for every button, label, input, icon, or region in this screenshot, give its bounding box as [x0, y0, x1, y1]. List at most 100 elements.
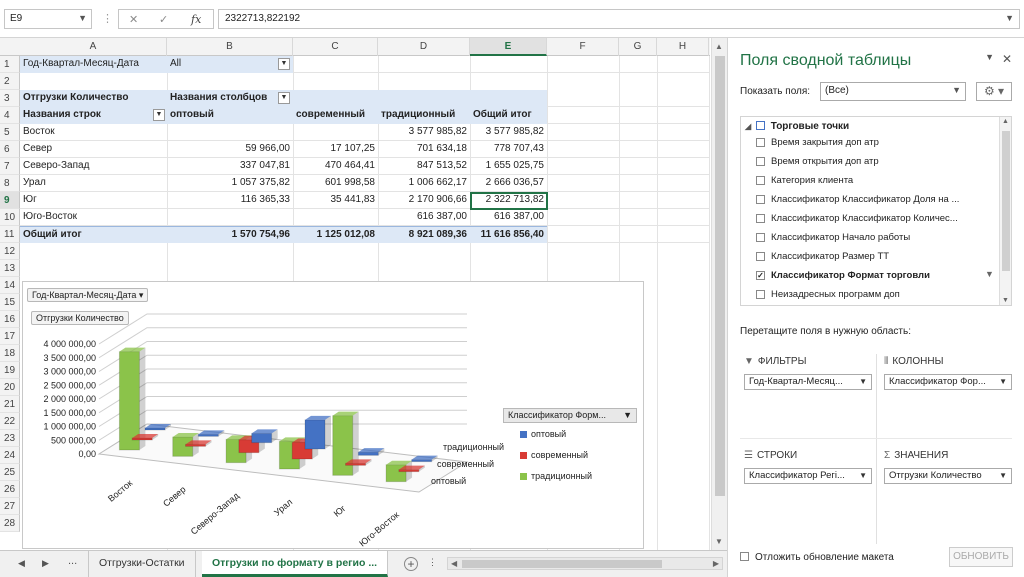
row-header[interactable]: 4: [0, 107, 20, 124]
field-checkbox[interactable]: [756, 252, 765, 261]
row-header[interactable]: 15: [0, 294, 20, 311]
insert-function-icon[interactable]: fx: [191, 13, 201, 26]
row-header[interactable]: 23: [0, 430, 20, 447]
scroll-up-icon[interactable]: ▲: [1002, 118, 1009, 125]
row-header[interactable]: 19: [0, 362, 20, 379]
values-area-item[interactable]: Отгрузки Количество ▼: [884, 468, 1012, 484]
row-header[interactable]: 24: [0, 447, 20, 464]
row-header[interactable]: 13: [0, 260, 20, 277]
field-checkbox[interactable]: [756, 290, 765, 299]
field-checkbox[interactable]: [756, 157, 765, 166]
field-list[interactable]: ◢ Торговые точки Время закрытия доп атр В…: [740, 116, 1012, 306]
row-header[interactable]: 28: [0, 515, 20, 532]
show-fields-select[interactable]: (Все) ▼: [820, 82, 966, 101]
scroll-down-icon[interactable]: ▼: [715, 537, 723, 546]
row-header[interactable]: 7: [0, 158, 20, 175]
data-cell[interactable]: 847 513,52: [378, 158, 470, 175]
data-cell[interactable]: 616 387,00: [470, 209, 547, 226]
column-header-c[interactable]: C: [293, 38, 378, 56]
field-checkbox[interactable]: [756, 138, 765, 147]
close-icon[interactable]: ✕: [1002, 52, 1012, 66]
name-box[interactable]: E9 ▼: [4, 9, 92, 29]
chevron-down-icon[interactable]: ▼: [999, 375, 1007, 389]
enter-icon[interactable]: ✓: [159, 13, 168, 26]
row-label[interactable]: Северо-Запад: [20, 158, 167, 175]
column-header-g[interactable]: G: [619, 38, 657, 56]
field-item[interactable]: ✓ Классификатор Формат торговли: [756, 270, 930, 281]
data-cell[interactable]: [167, 209, 293, 226]
row-label[interactable]: Восток: [20, 124, 167, 141]
scroll-right-icon[interactable]: ▶: [713, 559, 719, 568]
row-header[interactable]: 22: [0, 413, 20, 430]
column-header-f[interactable]: F: [547, 38, 619, 56]
row-filter-icon[interactable]: ▼: [153, 109, 165, 121]
field-checkbox[interactable]: [756, 214, 765, 223]
row-header[interactable]: 20: [0, 379, 20, 396]
vertical-scrollbar[interactable]: ▲ ▼: [711, 38, 727, 550]
more-sheets[interactable]: ...: [68, 555, 77, 567]
field-item[interactable]: Классификатор Классификатор Доля на ...: [756, 194, 959, 205]
row-header[interactable]: 9: [0, 192, 20, 209]
cancel-icon[interactable]: ✕: [129, 13, 138, 26]
data-cell[interactable]: 616 387,00: [378, 209, 470, 226]
defer-update[interactable]: Отложить обновление макета: [740, 551, 894, 563]
data-cell[interactable]: 3 577 985,82: [378, 124, 470, 141]
rows-area-item[interactable]: Классификатор Регі... ▼: [744, 468, 872, 484]
next-sheet-icon[interactable]: ▶: [42, 558, 49, 569]
scroll-thumb[interactable]: [462, 560, 662, 568]
data-cell[interactable]: 116 365,33: [167, 192, 293, 209]
pane-options-icon[interactable]: ▼: [985, 52, 994, 62]
field-item[interactable]: Классификатор Размер ТТ: [756, 251, 889, 262]
scroll-down-icon[interactable]: ▼: [1002, 297, 1009, 304]
row-header[interactable]: 5: [0, 124, 20, 141]
filter-icon[interactable]: ▼: [623, 409, 632, 422]
prev-sheet-icon[interactable]: ◀: [18, 558, 25, 569]
defer-checkbox[interactable]: [740, 552, 749, 561]
pivot-chart[interactable]: Год-Квартал-Месяц-Дата ▾ Отгрузки Количе…: [22, 281, 644, 549]
field-item[interactable]: Время открытия доп атр: [756, 156, 879, 167]
formula-input[interactable]: 2322713,822192 ▼: [218, 9, 1020, 29]
row-header[interactable]: 21: [0, 396, 20, 413]
column-header-h[interactable]: H: [657, 38, 709, 56]
data-cell[interactable]: 601 998,58: [293, 175, 378, 192]
chevron-down-icon[interactable]: ▼: [999, 469, 1007, 483]
data-cell[interactable]: 35 441,83: [293, 192, 378, 209]
data-cell[interactable]: 1 057 375,82: [167, 175, 293, 192]
pivot-filter-value[interactable]: All: [167, 56, 293, 73]
tab-otgruzki-po-formatu[interactable]: Отгрузки по формату в регио ...: [202, 551, 389, 577]
row-header[interactable]: 1: [0, 56, 20, 73]
row-label[interactable]: Юго-Восток: [20, 209, 167, 226]
scroll-thumb[interactable]: [715, 56, 725, 496]
data-cell[interactable]: 2 170 906,66: [378, 192, 470, 209]
row-header[interactable]: 14: [0, 277, 20, 294]
data-cell[interactable]: 470 464,41: [293, 158, 378, 175]
data-cell[interactable]: [167, 124, 293, 141]
field-list-scrollbar[interactable]: ▲ ▼: [999, 117, 1011, 305]
scroll-up-icon[interactable]: ▲: [715, 42, 723, 51]
data-cell[interactable]: 701 634,18: [378, 141, 470, 158]
row-label[interactable]: Юг: [20, 192, 167, 209]
row-header[interactable]: 17: [0, 328, 20, 345]
filter-dropdown-icon[interactable]: ▼: [278, 58, 290, 70]
collapse-icon[interactable]: ◢: [745, 122, 751, 131]
data-cell[interactable]: 1 655 025,75: [470, 158, 547, 175]
legend-field-button[interactable]: Классификатор Форм... ▼: [503, 408, 637, 423]
chevron-down-icon[interactable]: ▼: [859, 375, 867, 389]
tab-otgruzki-ostatki[interactable]: Отгрузки-Остатки: [88, 551, 196, 577]
field-checkbox[interactable]: ✓: [756, 271, 765, 280]
column-header-e[interactable]: E: [470, 38, 547, 56]
chevron-down-icon[interactable]: ▼: [78, 13, 87, 23]
row-header[interactable]: 6: [0, 141, 20, 158]
row-header[interactable]: 26: [0, 481, 20, 498]
field-item[interactable]: Категория клиента: [756, 175, 853, 186]
field-item[interactable]: Классификатор Начало работы: [756, 232, 910, 243]
row-header[interactable]: 27: [0, 498, 20, 515]
scroll-thumb[interactable]: [1002, 131, 1010, 271]
filters-area-item[interactable]: Год-Квартал-Месяц... ▼: [744, 374, 872, 390]
row-label[interactable]: Урал: [20, 175, 167, 192]
row-header[interactable]: 10: [0, 209, 20, 226]
row-header[interactable]: 2: [0, 73, 20, 90]
field-table-node[interactable]: ◢ Торговые точки: [745, 121, 849, 132]
row-label[interactable]: Север: [20, 141, 167, 158]
field-checkbox[interactable]: [756, 176, 765, 185]
